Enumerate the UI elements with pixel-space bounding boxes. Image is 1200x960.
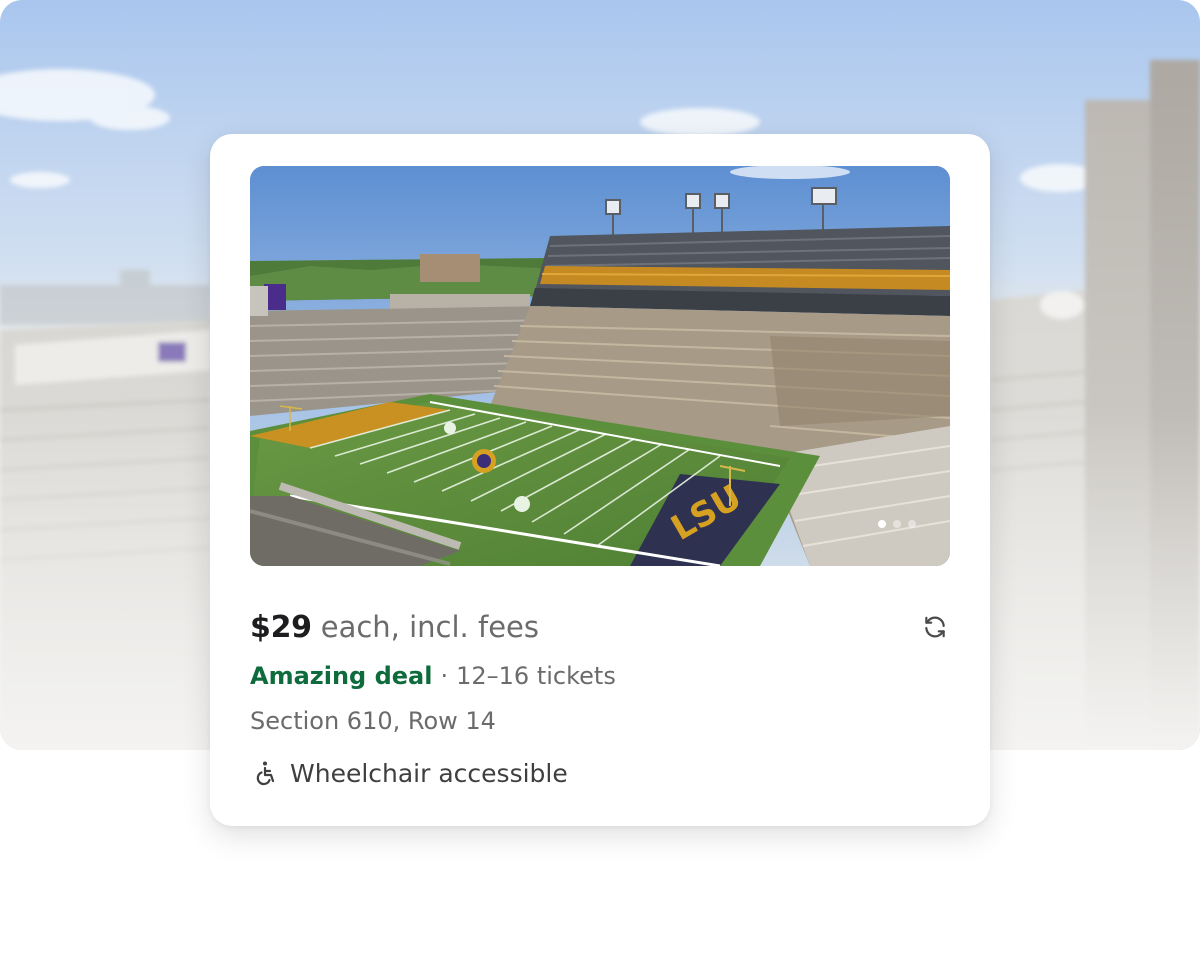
deal-badge: Amazing deal [250, 662, 433, 690]
accessibility-label: Wheelchair accessible [290, 758, 568, 788]
refresh-icon [922, 614, 948, 644]
wheelchair-icon [254, 758, 284, 788]
seat-location: Section 610, Row 14 [250, 707, 496, 735]
ticket-price: $29 [250, 610, 312, 645]
ticket-listing-card[interactable]: LSU $29 each, incl. fees Amazing deal · … [210, 134, 990, 826]
price-suffix: each, incl. fees [320, 610, 539, 644]
accessibility-row: Wheelchair accessible [250, 758, 568, 788]
carousel-dot[interactable] [908, 520, 916, 528]
deal-row: Amazing deal · 12–16 tickets [250, 662, 616, 690]
ticket-count: 12–16 tickets [456, 662, 616, 690]
seat-view-image[interactable]: LSU [250, 166, 950, 566]
separator: · [440, 662, 449, 690]
refresh-button[interactable] [920, 614, 950, 644]
price-row: $29 each, incl. fees [250, 610, 950, 652]
carousel-dots[interactable] [878, 520, 916, 528]
carousel-dot[interactable] [893, 520, 901, 528]
carousel-dot[interactable] [878, 520, 886, 528]
